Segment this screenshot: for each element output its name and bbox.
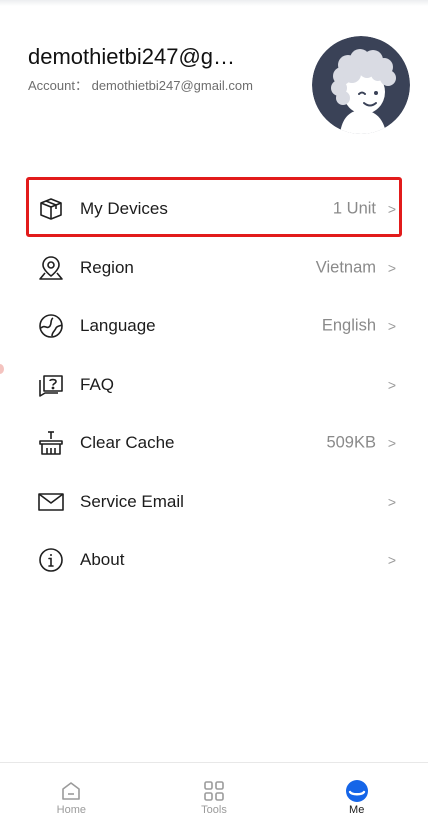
settings-menu: My Devices 1 Unit > Region Vietnam > Lan… — [0, 180, 428, 590]
avatar[interactable] — [312, 36, 410, 134]
chevron-right-icon: > — [387, 552, 396, 569]
info-icon — [37, 546, 65, 574]
chevron-right-icon: > — [387, 201, 396, 218]
profile-header[interactable]: demothietbi247@g… Account： demothietbi24… — [0, 0, 428, 140]
menu-label: Clear Cache — [80, 433, 175, 453]
menu-value: 509KB — [326, 433, 376, 452]
profile-name: demothietbi247@g… — [28, 44, 236, 69]
broom-basket-icon — [37, 429, 65, 457]
menu-item-faq[interactable]: FAQ > — [0, 356, 428, 415]
package-icon — [37, 195, 65, 223]
chevron-right-icon: > — [387, 435, 396, 452]
user-avatar-icon — [312, 36, 410, 134]
chevron-right-icon: > — [387, 259, 396, 276]
chevron-right-icon: > — [387, 493, 396, 510]
menu-label: About — [80, 550, 125, 570]
menu-label: My Devices — [80, 199, 168, 219]
menu-label: Region — [80, 257, 134, 277]
me-icon — [345, 779, 369, 803]
chevron-right-icon: > — [387, 318, 396, 335]
menu-label: Service Email — [80, 491, 184, 511]
globe-icon — [37, 312, 65, 340]
tab-label: Me — [349, 804, 365, 815]
menu-item-my-devices[interactable]: My Devices 1 Unit > — [0, 180, 428, 239]
menu-item-clear-cache[interactable]: Clear Cache 509KB > — [0, 414, 428, 473]
menu-item-about[interactable]: About > — [0, 531, 428, 590]
menu-label: Language — [80, 316, 156, 336]
faq-icon — [37, 371, 65, 399]
menu-item-region[interactable]: Region Vietnam > — [0, 239, 428, 298]
tab-label: Tools — [201, 804, 227, 815]
tools-grid-icon — [202, 779, 226, 803]
menu-value: Vietnam — [315, 258, 376, 277]
tab-tools[interactable]: Tools — [143, 763, 286, 815]
bottom-nav: Home Tools Me — [0, 762, 428, 815]
menu-value: English — [321, 316, 376, 335]
me-screen: demothietbi247@g… Account： demothietbi24… — [0, 0, 428, 815]
tab-label: Home — [56, 804, 86, 815]
location-pin-icon — [37, 254, 65, 282]
chevron-right-icon: > — [387, 376, 396, 393]
mail-icon — [37, 488, 65, 516]
profile-account: Account： demothietbi247@gmail.com — [28, 78, 253, 93]
menu-item-language[interactable]: Language English > — [0, 297, 428, 356]
tab-home[interactable]: Home — [0, 763, 143, 815]
menu-label: FAQ — [80, 374, 115, 394]
menu-value: 1 Unit — [332, 199, 376, 218]
tab-me[interactable]: Me — [285, 763, 428, 815]
home-icon — [59, 779, 83, 803]
menu-item-service-email[interactable]: Service Email > — [0, 473, 428, 532]
